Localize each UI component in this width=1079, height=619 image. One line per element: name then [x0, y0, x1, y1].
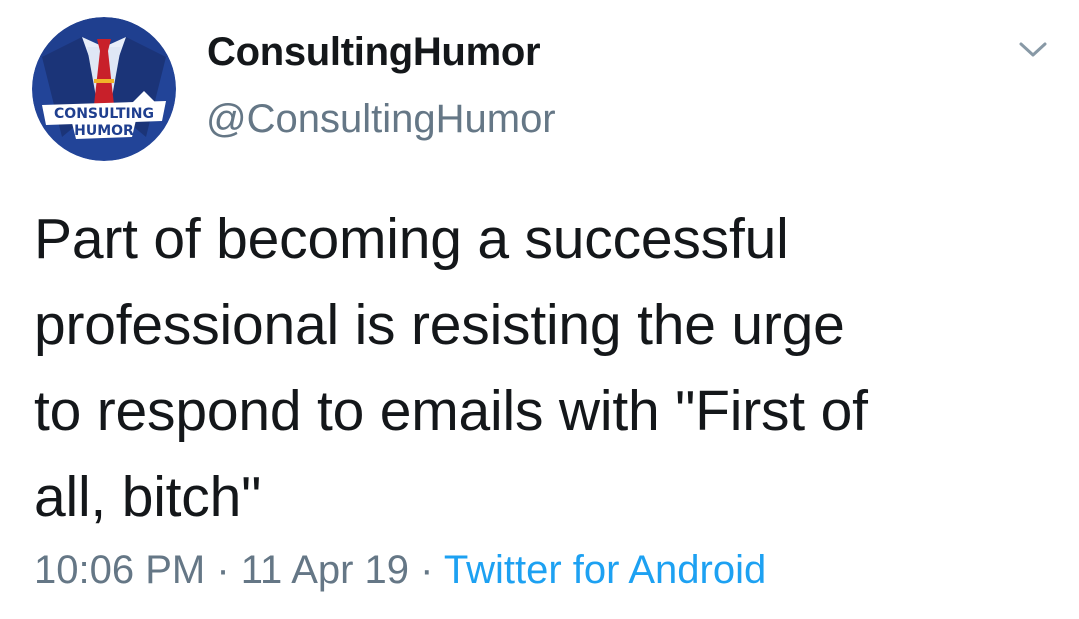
tweet-card: CONSULTING HUMOR ConsultingHumor @Consul… — [0, 0, 1079, 619]
tweet-time: 10:06 PM — [34, 548, 206, 592]
avatar[interactable]: CONSULTING HUMOR — [32, 17, 176, 161]
meta-separator: · — [409, 548, 444, 592]
chevron-down-icon — [1019, 42, 1047, 57]
consulting-humor-logo-icon: CONSULTING HUMOR — [32, 17, 176, 161]
tweet-menu-button[interactable] — [1018, 40, 1048, 60]
meta-separator: · — [205, 548, 241, 592]
user-handle[interactable]: @ConsultingHumor — [206, 97, 556, 142]
tweet-text: Part of becoming a successful profession… — [34, 207, 868, 529]
tweet-meta: 10:06 PM · 11 Apr 19 · Twitter for Andro… — [34, 548, 766, 593]
tweet-date: 11 Apr 19 — [240, 548, 410, 592]
logo-text-consulting: CONSULTING — [54, 106, 154, 122]
logo-text-humor: HUMOR — [74, 123, 134, 139]
tweet-source-link[interactable]: Twitter for Android — [444, 548, 766, 592]
display-name[interactable]: ConsultingHumor — [207, 30, 541, 75]
